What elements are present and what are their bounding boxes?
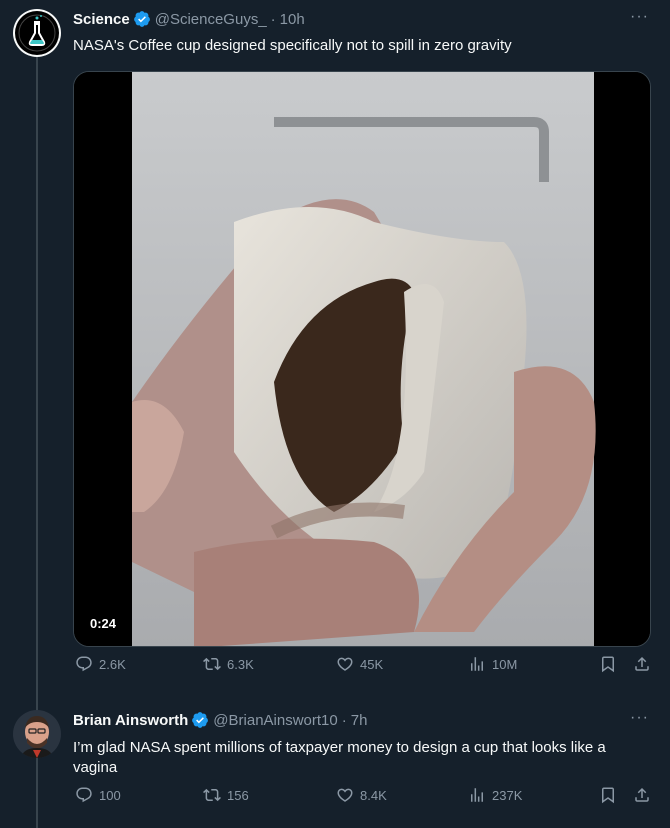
tweet1-more-options-icon[interactable]: ··· bbox=[630, 8, 649, 26]
separator-dot: · bbox=[341, 711, 347, 729]
reply-icon bbox=[76, 787, 92, 803]
tweet2-text: I’m glad NASA spent millions of taxpayer… bbox=[73, 739, 606, 776]
tweet2-author-name[interactable]: Brian Ainsworth bbox=[73, 712, 188, 729]
tweet1-video[interactable]: 0:24 bbox=[73, 71, 651, 647]
brian-profile-photo bbox=[13, 710, 61, 758]
heart-icon bbox=[337, 788, 353, 802]
tweet2-more-options-icon[interactable]: ··· bbox=[630, 709, 649, 727]
share-icon[interactable] bbox=[633, 786, 651, 804]
video-thumbnail bbox=[74, 72, 650, 646]
tweet1-handle[interactable]: @ScienceGuys_ bbox=[155, 11, 267, 28]
reply-icon bbox=[76, 656, 92, 672]
tweet2-view-count: 237K bbox=[492, 787, 523, 803]
verified-badge-icon bbox=[192, 712, 209, 728]
science-avatar[interactable] bbox=[13, 9, 61, 57]
tweet1-author-name[interactable]: Science bbox=[73, 11, 130, 28]
tweet1-like-button[interactable]: 45K bbox=[336, 655, 383, 673]
tweet2-like-button[interactable]: 8.4K bbox=[336, 786, 387, 804]
tweet2-views-button[interactable]: 237K bbox=[468, 786, 522, 804]
tweet2-handle[interactable]: @BrianAinswort10 bbox=[213, 712, 337, 729]
tweet2-reply-count: 100 bbox=[99, 787, 121, 803]
tweet1-views-button[interactable]: 10M bbox=[468, 655, 517, 673]
tweet1-view-count: 10M bbox=[492, 656, 518, 672]
views-chart-icon bbox=[471, 657, 483, 671]
science-logo-icon bbox=[15, 11, 59, 55]
heart-icon bbox=[337, 657, 353, 671]
retweet-icon bbox=[203, 788, 221, 802]
verified-badge-icon bbox=[133, 11, 150, 27]
tweet2-reply-button[interactable]: 100 bbox=[75, 786, 121, 804]
tweet2-header: Brian Ainsworth @BrianAinswort10 · 7h bbox=[73, 711, 367, 729]
tweet1-reply-button[interactable]: 2.6K bbox=[75, 655, 126, 673]
brian-avatar[interactable] bbox=[13, 710, 61, 758]
tweet2-right-actions bbox=[583, 786, 651, 804]
bookmark-icon[interactable] bbox=[599, 786, 617, 804]
tweet1-retweet-button[interactable]: 6.3K bbox=[203, 655, 254, 673]
separator-dot: · bbox=[270, 10, 276, 28]
tweet2-retweet-count: 156 bbox=[227, 787, 249, 803]
share-icon[interactable] bbox=[633, 655, 651, 673]
retweet-icon bbox=[203, 657, 221, 671]
tweet1-text: NASA's Coffee cup designed specifically … bbox=[73, 37, 512, 54]
tweet1-header: Science @ScienceGuys_ · 10h bbox=[73, 10, 305, 28]
tweet1-right-actions bbox=[583, 655, 651, 673]
bookmark-icon[interactable] bbox=[599, 655, 617, 673]
tweet1-like-count: 45K bbox=[360, 656, 384, 672]
video-duration-badge: 0:24 bbox=[84, 613, 123, 634]
tweet2-retweet-button[interactable]: 156 bbox=[203, 786, 249, 804]
tweet1-retweet-count: 6.3K bbox=[227, 656, 254, 672]
tweet2-timestamp[interactable]: 7h bbox=[351, 712, 368, 729]
tweet2-like-count: 8.4K bbox=[360, 787, 387, 803]
tweet1-timestamp[interactable]: 10h bbox=[280, 11, 305, 28]
views-chart-icon bbox=[471, 788, 483, 802]
tweet1-reply-count: 2.6K bbox=[99, 656, 126, 672]
